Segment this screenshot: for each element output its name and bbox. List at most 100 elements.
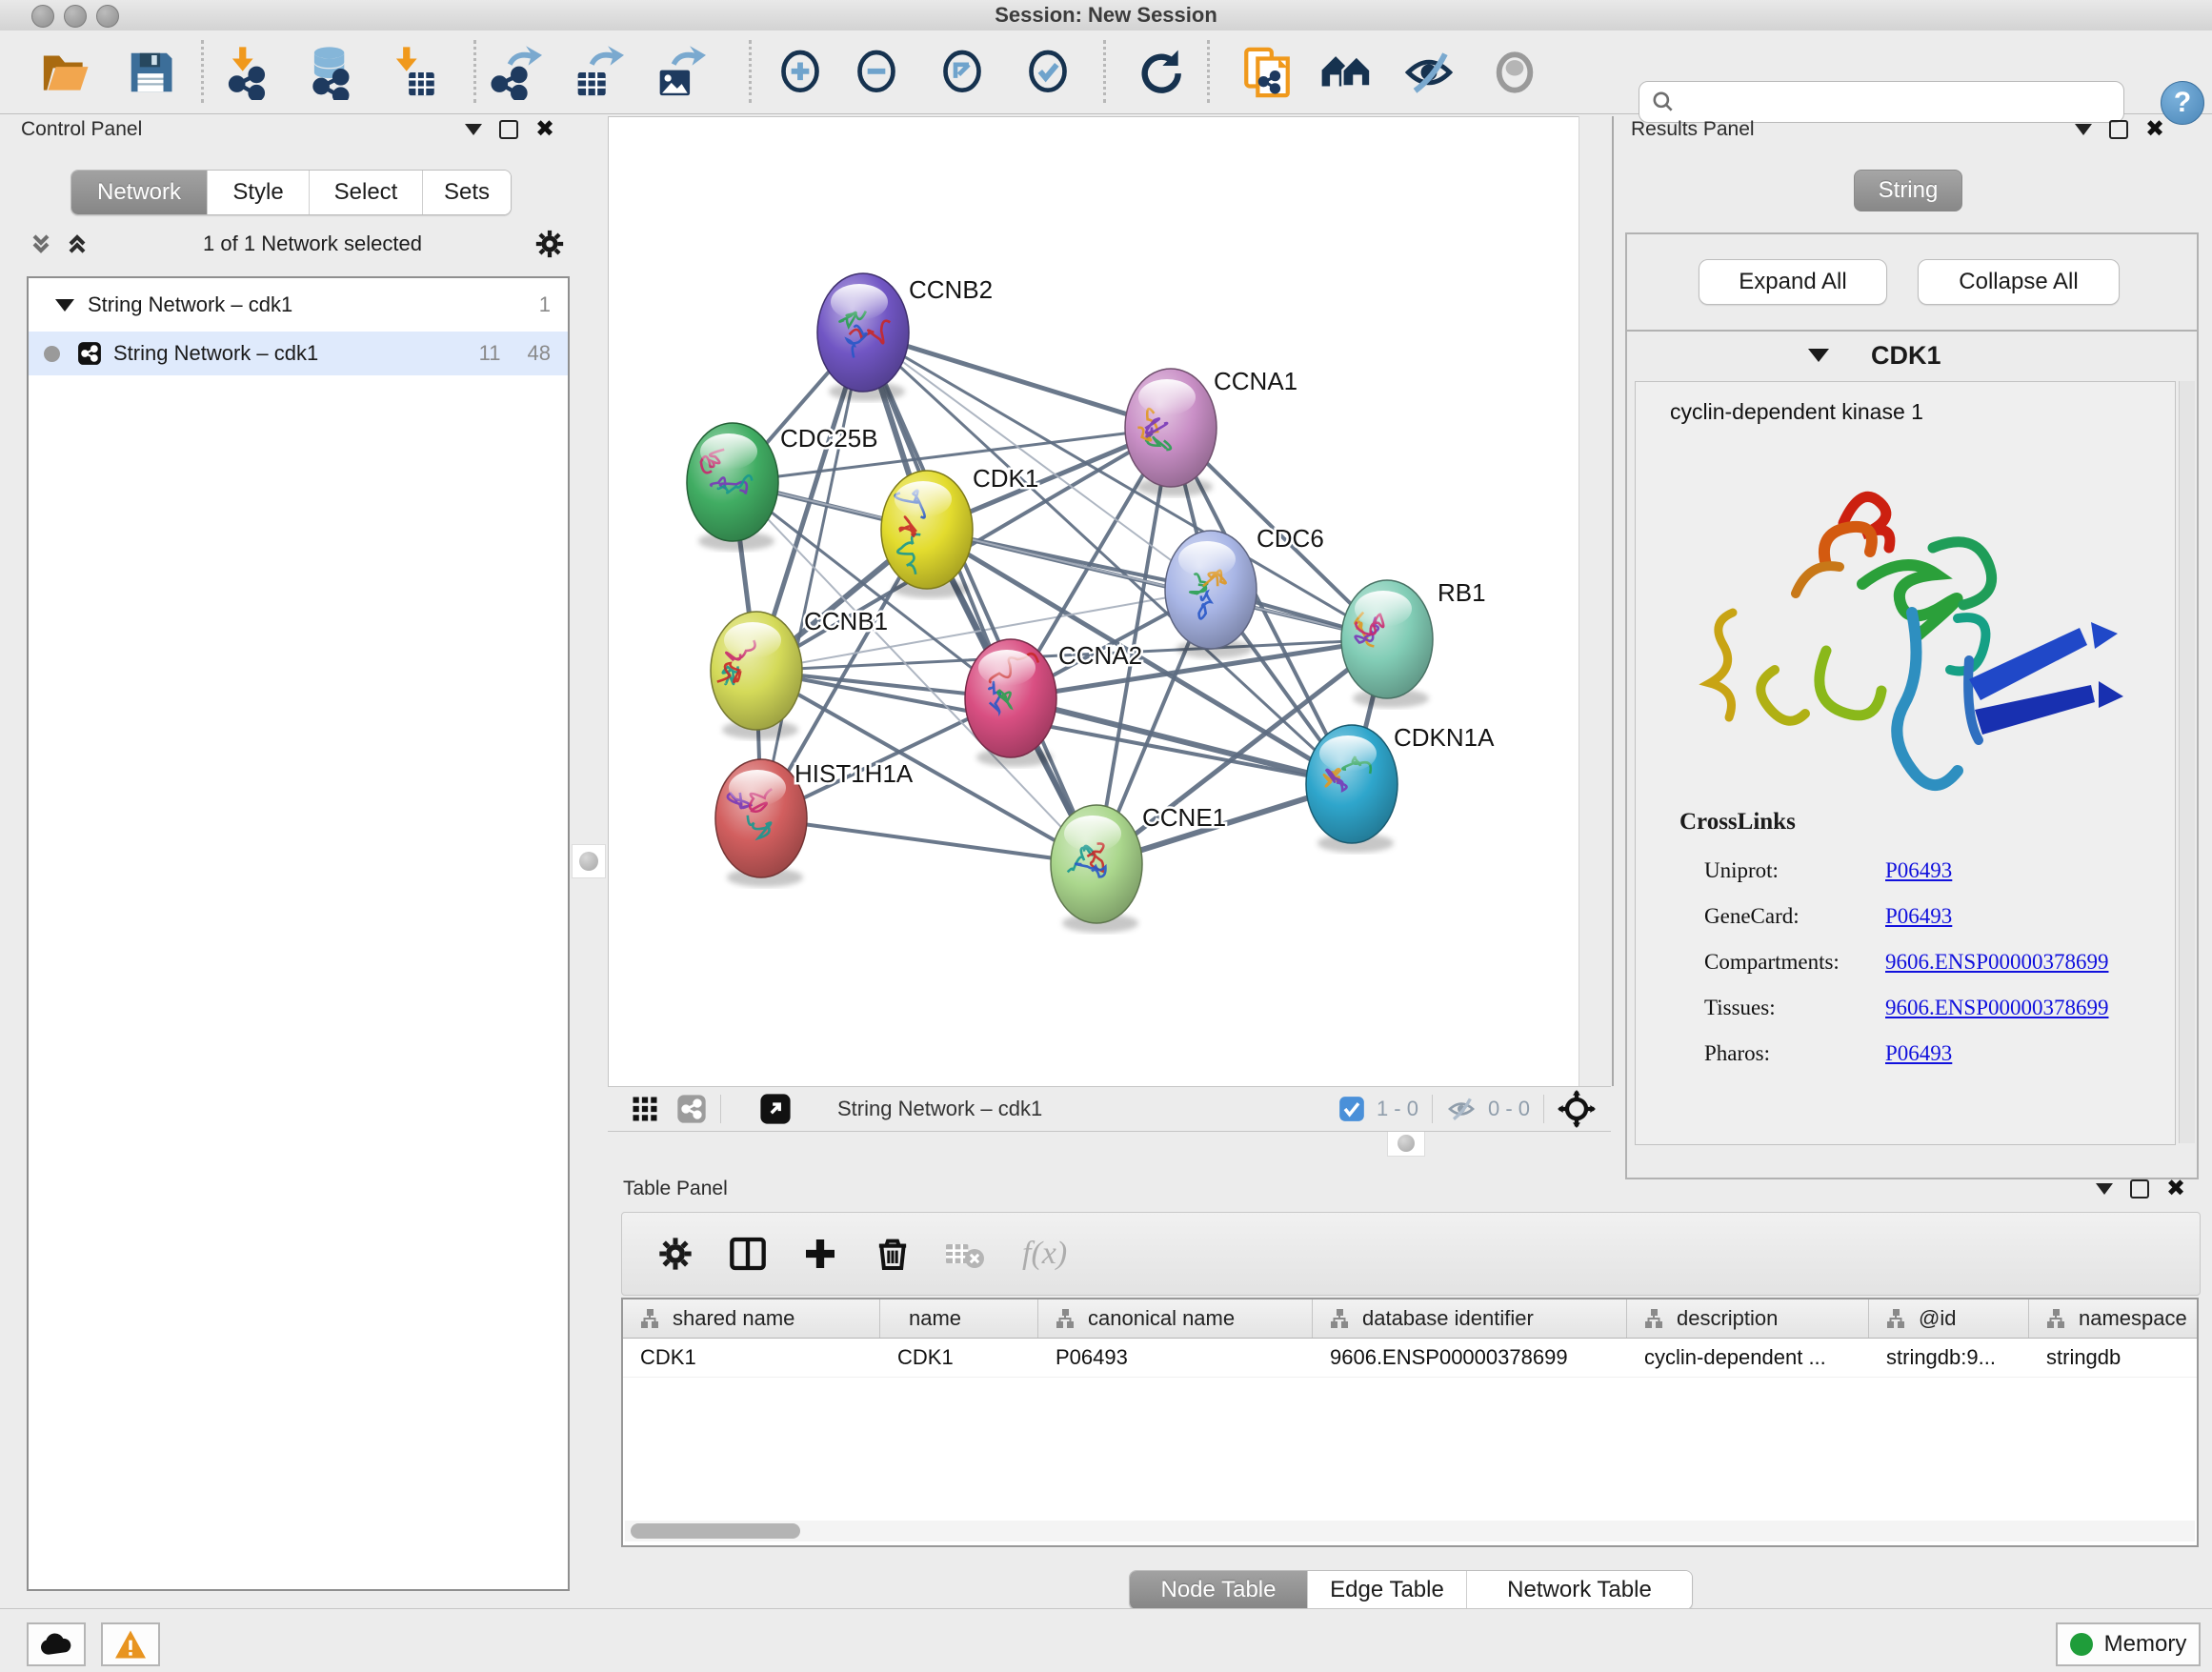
show-all-icon[interactable] (1316, 42, 1377, 103)
crosslink-link[interactable]: P06493 (1885, 1041, 1952, 1066)
table-row[interactable]: CDK1 CDK1 P06493 9606.ENSP00000378699 cy… (623, 1339, 2197, 1378)
zoom-out-icon[interactable] (846, 42, 907, 103)
tab-edge-table[interactable]: Edge Table (1307, 1571, 1466, 1609)
columns-icon[interactable] (729, 1235, 767, 1273)
crosslink-link[interactable]: P06493 (1885, 904, 1952, 929)
network-collection-row[interactable]: String Network – cdk1 1 (29, 286, 568, 324)
results-content: CDK1 cyclin-dependent kinase 1 (1625, 330, 2199, 1179)
node-label[interactable]: CCNA1 (1214, 367, 1297, 395)
node-label[interactable]: RB1 (1438, 578, 1486, 607)
expand-all-button[interactable]: Expand All (1699, 259, 1887, 305)
save-session-icon[interactable] (120, 42, 181, 103)
panel-close-icon[interactable]: ✖ (2145, 122, 2164, 137)
preview-icon[interactable] (1484, 42, 1545, 103)
node-label[interactable]: CCNB2 (909, 275, 993, 304)
hidden-eye-icon[interactable] (1446, 1094, 1477, 1124)
cloud-button[interactable] (27, 1622, 86, 1666)
panel-float-icon[interactable] (2109, 120, 2128, 139)
table-toolbar: f(x) (621, 1212, 2201, 1296)
add-column-icon[interactable] (801, 1235, 839, 1273)
scrollbar-thumb[interactable] (631, 1523, 800, 1539)
memory-button[interactable]: Memory (2056, 1622, 2201, 1666)
crosslink-link[interactable]: P06493 (1885, 858, 1952, 883)
search-icon (1651, 90, 1676, 114)
collapse-all-button[interactable]: Collapse All (1918, 259, 2120, 305)
column-header: name (880, 1299, 1038, 1338)
tab-style[interactable]: Style (207, 171, 309, 214)
node-label[interactable]: CCNE1 (1142, 803, 1226, 832)
refresh-icon[interactable] (1130, 42, 1191, 103)
network-status-dot (44, 346, 60, 362)
export-table-icon[interactable] (566, 42, 627, 103)
search-input[interactable] (1683, 89, 2123, 115)
zoom-selected-icon[interactable] (1017, 42, 1078, 103)
panel-collapse-icon[interactable] (2096, 1183, 2113, 1195)
panel-close-icon[interactable]: ✖ (2166, 1181, 2185, 1197)
panel-close-icon[interactable]: ✖ (535, 122, 554, 137)
protein-structure-image (1683, 432, 2131, 813)
import-table-icon[interactable] (383, 42, 444, 103)
collapse-all-icon[interactable] (27, 231, 55, 257)
table-hscrollbar[interactable] (625, 1521, 2195, 1541)
network-graph[interactable]: CCNB2 CCNA1 CDC25B CDK1 CDC6 RB1 CCNB1 CCNA2 CDK… (609, 117, 1579, 1087)
function-builder-icon[interactable]: f(x) (1022, 1236, 1067, 1272)
panel-collapse-icon[interactable] (465, 124, 482, 135)
section-expander-icon[interactable] (1808, 349, 1829, 362)
network-row[interactable]: String Network – cdk1 11 48 (29, 332, 568, 375)
gear-icon[interactable] (656, 1235, 694, 1273)
node-label[interactable]: CDKN1A (1394, 723, 1495, 752)
panel-float-icon[interactable] (499, 120, 518, 139)
left-splitter-handle[interactable] (572, 844, 606, 878)
node-label[interactable]: HIST1H1A (794, 759, 914, 788)
edge-count: 48 (528, 341, 551, 366)
gear-icon[interactable] (533, 228, 566, 260)
network-collection-label: String Network – cdk1 (88, 292, 292, 317)
node-label[interactable]: CCNA2 (1058, 641, 1142, 670)
results-scrollbar[interactable] (2179, 381, 2195, 1143)
grid-icon[interactable] (631, 1095, 659, 1123)
tab-sets[interactable]: Sets (422, 171, 511, 214)
tab-select[interactable]: Select (309, 171, 422, 214)
warning-icon (113, 1629, 148, 1660)
import-network-file-icon[interactable] (219, 42, 280, 103)
bottom-splitter-handle[interactable] (1387, 1130, 1425, 1157)
protein-section-header[interactable]: CDK1 (1627, 332, 2197, 379)
zoom-in-icon[interactable] (770, 42, 831, 103)
crosslinks-title: CrossLinks (1679, 809, 1796, 836)
open-file-icon[interactable] (34, 42, 95, 103)
export-image-icon[interactable] (648, 42, 709, 103)
node-label[interactable]: CDK1 (973, 464, 1038, 493)
crosshair-icon[interactable] (1558, 1090, 1596, 1128)
crosslink-label: GeneCard: (1704, 904, 1885, 929)
fit-content-icon[interactable] (932, 42, 993, 103)
table-panel-title: Table Panel (623, 1178, 728, 1200)
panel-float-icon[interactable] (2130, 1179, 2149, 1199)
expand-all-icon[interactable] (63, 231, 91, 257)
tab-network[interactable]: Network (71, 171, 207, 214)
delete-table-icon[interactable] (944, 1235, 986, 1273)
share-network-icon[interactable] (676, 1094, 707, 1124)
table-header-row: shared name name canonical name database… (623, 1299, 2197, 1339)
network-canvas[interactable]: CCNB2 CCNA1 CDC25B CDK1 CDC6 RB1 CCNB1 CCNA2 CDK… (608, 116, 1579, 1088)
export-network-icon[interactable] (484, 42, 545, 103)
crosslink-link[interactable]: 9606.ENSP00000378699 (1885, 950, 2109, 975)
title-bar: Session: New Session (0, 0, 2212, 31)
warning-button[interactable] (101, 1622, 160, 1666)
import-network-database-icon[interactable] (301, 42, 362, 103)
shared-column-icon (1642, 1307, 1665, 1330)
results-tab-string[interactable]: String (1854, 170, 1962, 212)
panel-collapse-icon[interactable] (2075, 124, 2092, 135)
tree-expander-icon[interactable] (55, 299, 74, 312)
node-label[interactable]: CCNB1 (804, 607, 888, 635)
copy-style-icon[interactable] (1237, 42, 1297, 103)
birdseye-icon[interactable] (759, 1093, 792, 1125)
hide-selected-icon[interactable] (1398, 42, 1459, 103)
crosslink-link[interactable]: 9606.ENSP00000378699 (1885, 996, 2109, 1020)
delete-column-icon[interactable] (874, 1235, 912, 1273)
tab-network-table[interactable]: Network Table (1466, 1571, 1692, 1609)
tab-node-table[interactable]: Node Table (1130, 1571, 1307, 1609)
node-label[interactable]: CDC6 (1257, 524, 1324, 553)
selected-checkbox-icon[interactable] (1338, 1096, 1365, 1122)
toolbar-separator (201, 40, 204, 103)
node-label[interactable]: CDC25B (780, 424, 878, 453)
